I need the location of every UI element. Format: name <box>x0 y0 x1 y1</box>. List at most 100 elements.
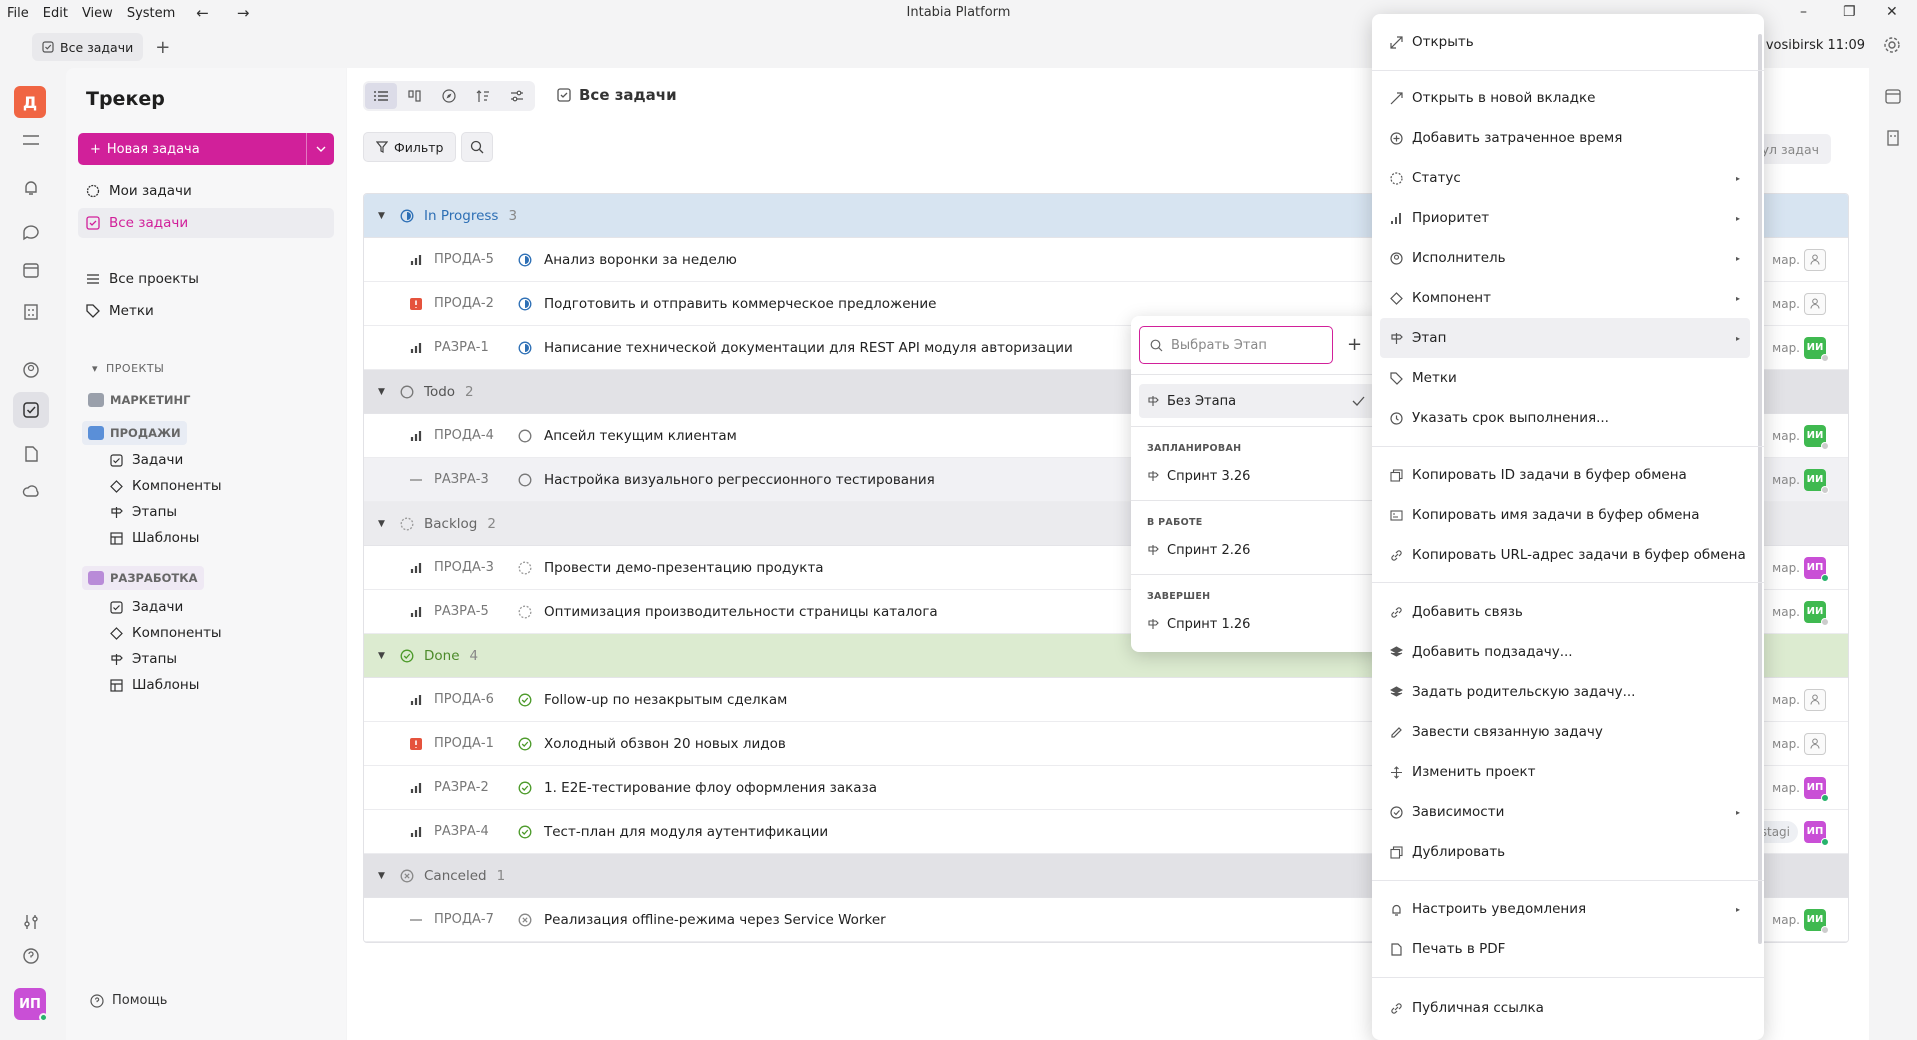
maximize-button[interactable]: ❐ <box>1843 4 1856 20</box>
new-task-button[interactable]: + Новая задача <box>78 133 334 165</box>
menu-open-new-tab[interactable]: Открыть в новой вкладке <box>1380 78 1750 118</box>
project-marketing[interactable]: МАРКЕТИНГ <box>82 388 196 412</box>
menu-edit[interactable]: Edit <box>36 6 75 21</box>
new-tab-button[interactable]: + <box>155 37 170 58</box>
menu-add-subtask[interactable]: Добавить подзадачу... <box>1380 632 1750 672</box>
task-name[interactable]: Настройка визуального регрессионного тес… <box>536 472 935 488</box>
task-name[interactable]: Оптимизация производительности страницы … <box>536 604 938 620</box>
sidebar-item-my-tasks[interactable]: Мои задачи <box>78 176 334 206</box>
menu-stage[interactable]: Этап ▸ <box>1380 318 1750 358</box>
menu-copy-id[interactable]: Копировать ID задачи в буфер обмена <box>1380 455 1750 495</box>
user-avatar[interactable]: ИП <box>14 988 48 1022</box>
contacts-icon[interactable] <box>19 358 43 382</box>
task-name[interactable]: Follow-up по незакрытым сделкам <box>536 692 787 708</box>
task-name[interactable]: Апсейл текущим клиентам <box>536 428 737 444</box>
task-name[interactable]: Холодный обзвон 20 новых лидов <box>536 736 786 752</box>
tracker-icon[interactable] <box>13 392 49 428</box>
list-view-icon[interactable] <box>365 83 397 109</box>
priority-bars-icon[interactable] <box>404 562 428 573</box>
task-id[interactable]: РАЗРА-5 <box>428 604 514 619</box>
filter-button[interactable]: Фильтр <box>363 132 457 162</box>
task-name[interactable]: Анализ воронки за неделю <box>536 252 737 268</box>
done-status-icon[interactable] <box>514 825 536 839</box>
dev-components[interactable]: Компоненты <box>110 620 222 646</box>
task-name[interactable]: Написание технической документации для R… <box>536 340 1073 356</box>
urgent-priority-icon[interactable] <box>404 737 428 750</box>
chat-icon[interactable] <box>19 220 43 244</box>
assignee-avatar[interactable]: ИИ <box>1804 908 1829 934</box>
assignee-avatar[interactable]: ИИ <box>1804 468 1829 494</box>
menu-assignee[interactable]: Исполнитель ▸ <box>1380 238 1750 278</box>
collapse-caret-icon[interactable]: ▼ <box>378 519 390 529</box>
menu-priority[interactable]: Приоритет ▸ <box>1380 198 1750 238</box>
search-button[interactable] <box>461 132 493 162</box>
sidebar-item-labels[interactable]: Метки <box>78 296 334 326</box>
assignee-avatar[interactable]: ИП <box>1804 776 1829 802</box>
stage-search-field[interactable] <box>1139 326 1333 364</box>
task-id[interactable]: РАЗРА-2 <box>428 780 514 795</box>
menu-print-pdf[interactable]: Печать в PDF <box>1380 929 1750 969</box>
menu-component[interactable]: Компонент ▸ <box>1380 278 1750 318</box>
new-task-dropdown-chevron-icon[interactable] <box>306 133 334 165</box>
no-priority-icon[interactable] <box>404 478 428 481</box>
cloud-drive-icon[interactable] <box>19 480 43 504</box>
sliders-icon[interactable] <box>19 910 43 934</box>
task-id[interactable]: ПРОДА-3 <box>428 560 514 575</box>
menu-set-parent[interactable]: Задать родительскую задачу... <box>1380 672 1750 712</box>
task-id[interactable]: ПРОДА-7 <box>428 912 514 927</box>
projects-header[interactable]: ▾ ПРОЕКТЫ <box>92 362 164 375</box>
collapse-caret-icon[interactable]: ▼ <box>378 871 390 881</box>
task-id[interactable]: ПРОДА-2 <box>428 296 514 311</box>
menu-copy-url[interactable]: Копировать URL-адрес задачи в буфер обме… <box>1380 535 1750 575</box>
sales-tasks[interactable]: Задачи <box>110 447 183 473</box>
backlog-status-icon[interactable] <box>514 605 536 619</box>
sort-icon[interactable] <box>467 83 499 109</box>
urgent-priority-icon[interactable] <box>404 297 428 310</box>
unassigned-person-icon[interactable] <box>1804 688 1826 711</box>
menu-add-time[interactable]: Добавить затраченное время <box>1380 118 1750 158</box>
settings-gear-icon[interactable] <box>1883 36 1901 54</box>
help-link[interactable]: Помощь <box>90 993 167 1008</box>
unassigned-person-icon[interactable] <box>1804 248 1826 271</box>
task-id[interactable]: РАЗРА-4 <box>428 824 514 839</box>
dev-tasks[interactable]: Задачи <box>110 594 183 620</box>
stage-search-input[interactable] <box>1171 337 1321 353</box>
task-name[interactable]: Реализация offline-режима через Service … <box>536 912 886 928</box>
task-id[interactable]: ПРОДА-4 <box>428 428 514 443</box>
menu-labels[interactable]: Метки <box>1380 358 1750 398</box>
assignee-avatar[interactable]: ИП <box>1804 820 1829 846</box>
menu-scrollbar[interactable] <box>1758 34 1762 944</box>
menu-open[interactable]: Открыть <box>1380 22 1750 62</box>
collapse-caret-icon[interactable]: ▼ <box>378 211 390 221</box>
menu-view[interactable]: View <box>75 6 120 21</box>
priority-bars-icon[interactable] <box>404 606 428 617</box>
collapse-caret-icon[interactable]: ▼ <box>378 387 390 397</box>
menu-move-project[interactable]: Изменить проект <box>1380 752 1750 792</box>
sales-templates[interactable]: Шаблоны <box>110 525 199 551</box>
close-window-button[interactable]: ✕ <box>1886 4 1898 20</box>
priority-bars-icon[interactable] <box>404 694 428 705</box>
sales-stages[interactable]: Этапы <box>110 499 177 525</box>
calendar-icon[interactable] <box>1885 88 1901 104</box>
minimize-button[interactable]: – <box>1800 4 1807 20</box>
stage-option-sprint-2-26[interactable]: Спринт 2.26 <box>1139 533 1375 567</box>
project-development[interactable]: РАЗРАБОТКА <box>82 566 204 590</box>
tab-all-tasks[interactable]: Все задачи <box>32 33 144 61</box>
documents-icon[interactable] <box>19 442 43 466</box>
menu-add-link[interactable]: Добавить связь <box>1380 592 1750 632</box>
menu-related-task[interactable]: Завести связанную задачу <box>1380 712 1750 752</box>
bell-icon[interactable] <box>19 176 43 200</box>
todo-status-icon[interactable] <box>514 429 536 443</box>
stage-option-sprint-3-26[interactable]: Спринт 3.26 <box>1139 459 1375 493</box>
no-priority-icon[interactable] <box>404 918 428 921</box>
done-status-icon[interactable] <box>514 781 536 795</box>
menu-system[interactable]: System <box>120 6 182 21</box>
sidebar-item-all-tasks[interactable]: Все задачи <box>78 208 334 238</box>
office-icon[interactable] <box>19 300 43 324</box>
task-id[interactable]: ПРОДА-5 <box>428 252 514 267</box>
sidebar-item-all-projects[interactable]: Все проекты <box>78 264 334 294</box>
menu-due-date[interactable]: Указать срок выполнения... <box>1380 398 1750 438</box>
assignee-avatar[interactable]: ИИ <box>1804 336 1829 362</box>
priority-bars-icon[interactable] <box>404 342 428 353</box>
menu-public-link[interactable]: Публичная ссылка <box>1380 988 1750 1028</box>
